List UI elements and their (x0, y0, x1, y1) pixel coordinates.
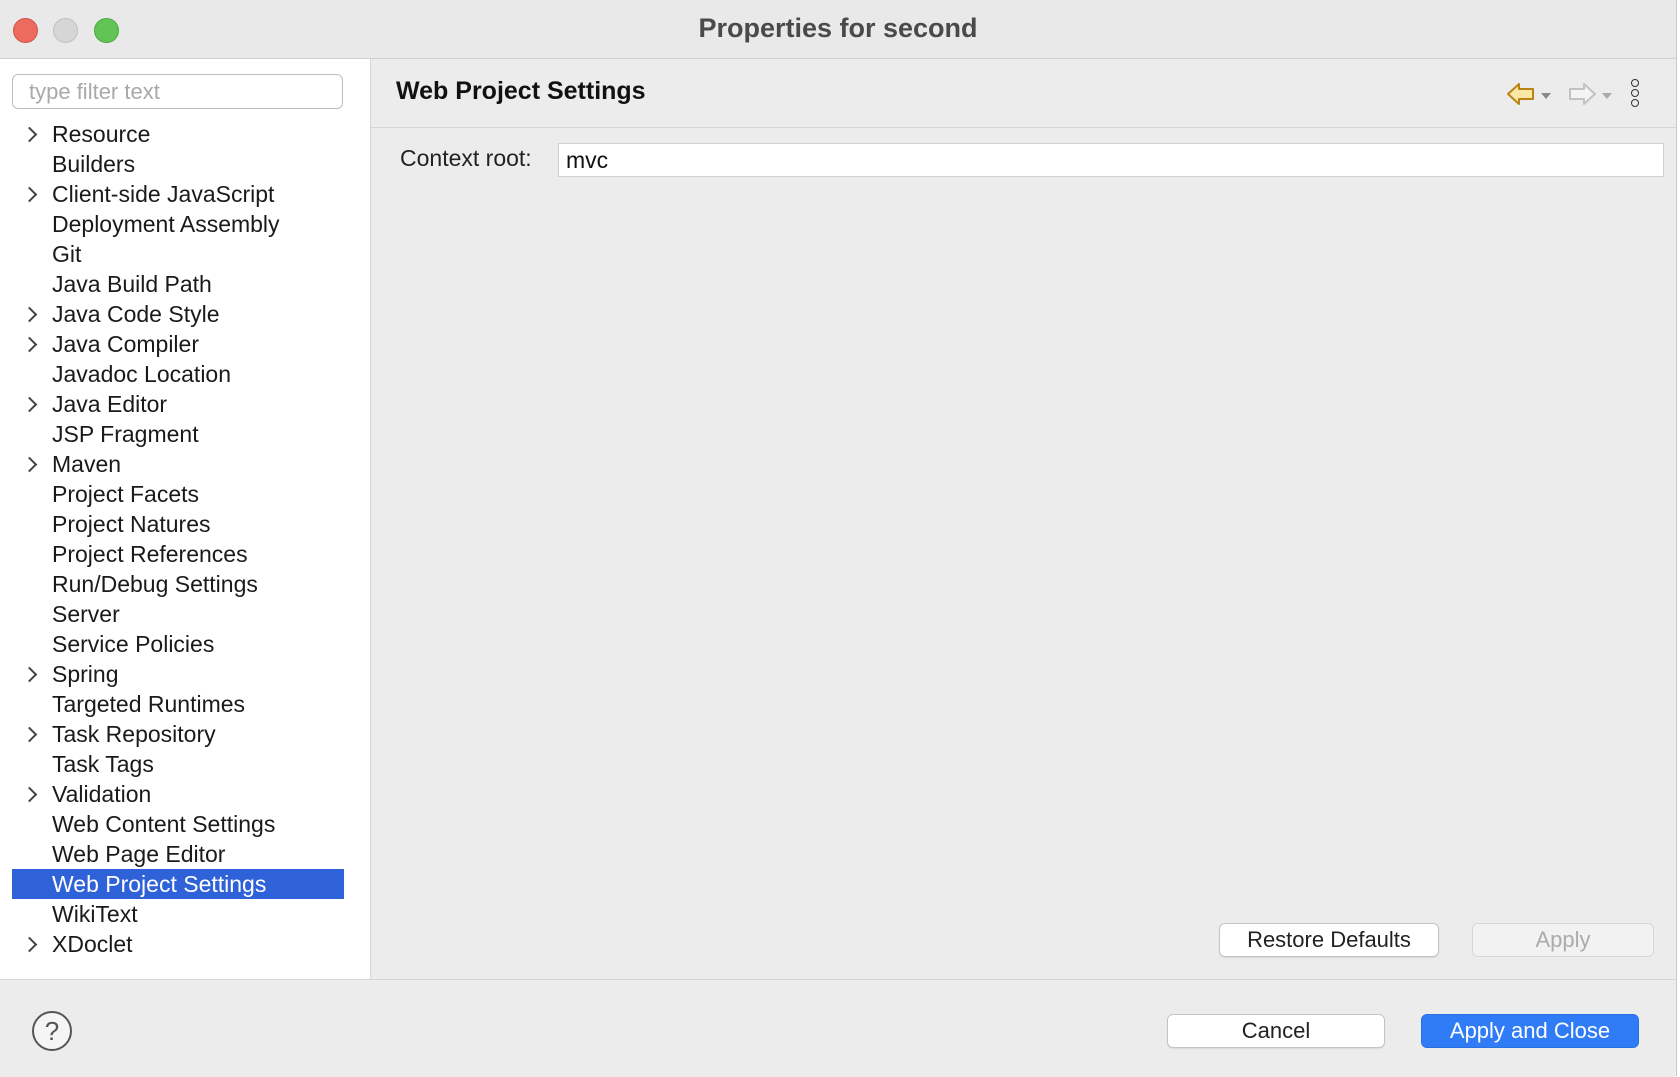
chevron-right-icon[interactable] (21, 456, 38, 473)
sidebar-item-service-policies[interactable]: Service Policies (12, 629, 344, 659)
sidebar-item-label: Task Repository (52, 721, 216, 747)
sidebar-item-java-code-style[interactable]: Java Code Style (12, 299, 344, 329)
sidebar-item-xdoclet[interactable]: XDoclet (12, 929, 344, 959)
chevron-right-icon[interactable] (21, 396, 38, 413)
sidebar-item-label: Builders (52, 151, 136, 177)
sidebar-item-project-facets[interactable]: Project Facets (12, 479, 344, 509)
sidebar-item-project-references[interactable]: Project References (12, 539, 344, 569)
sidebar-item-label: Deployment Assembly (52, 211, 280, 237)
sidebar-item-label: Project References (52, 541, 248, 567)
forward-arrow-icon (1569, 83, 1596, 105)
sidebar-item-task-tags[interactable]: Task Tags (12, 749, 344, 779)
sidebar-item-label: Maven (52, 451, 122, 477)
sidebar-item-label: JSP Fragment (52, 421, 199, 447)
sidebar-item-spring[interactable]: Spring (12, 659, 344, 689)
back-button[interactable] (1506, 79, 1551, 109)
sidebar-item-project-natures[interactable]: Project Natures (12, 509, 344, 539)
forward-dropdown-icon[interactable] (1602, 93, 1612, 99)
sidebar-item-label: Java Code Style (52, 301, 220, 327)
filter-input[interactable] (12, 74, 343, 109)
sidebar-item-web-project-settings[interactable]: Web Project Settings (12, 869, 344, 899)
sidebar-item-label: Run/Debug Settings (52, 571, 258, 597)
sidebar-item-label: Java Build Path (52, 271, 212, 297)
sidebar-item-label: Java Editor (52, 391, 168, 417)
sidebar-item-label: Web Content Settings (52, 811, 276, 837)
cancel-button[interactable]: Cancel (1167, 1014, 1385, 1048)
help-icon[interactable]: ? (32, 1011, 72, 1051)
sidebar-item-builders[interactable]: Builders (12, 149, 344, 179)
sidebar-item-web-content-settings[interactable]: Web Content Settings (12, 809, 344, 839)
context-root-label: Context root: (400, 145, 532, 171)
forward-button[interactable] (1567, 79, 1612, 109)
sidebar-item-task-repository[interactable]: Task Repository (12, 719, 344, 749)
sidebar-item-label: XDoclet (52, 931, 133, 957)
chevron-right-icon[interactable] (21, 126, 38, 143)
sidebar-item-label: Web Project Settings (52, 871, 267, 897)
dialog-footer: ? Cancel Apply and Close (0, 979, 1676, 1077)
sidebar-item-label: Task Tags (52, 751, 154, 777)
chevron-right-icon[interactable] (21, 186, 38, 203)
sidebar-item-targeted-runtimes[interactable]: Targeted Runtimes (12, 689, 344, 719)
sidebar-item-label: Project Natures (52, 511, 211, 537)
sidebar-item-resource[interactable]: Resource (12, 119, 344, 149)
sidebar-item-maven[interactable]: Maven (12, 449, 344, 479)
apply-button[interactable]: Apply (1472, 923, 1654, 957)
more-vertical-icon[interactable] (1631, 79, 1641, 111)
context-root-input[interactable] (558, 143, 1664, 177)
sidebar-item-label: Git (52, 241, 82, 267)
sidebar-item-wikitext[interactable]: WikiText (12, 899, 344, 929)
apply-and-close-button[interactable]: Apply and Close (1421, 1014, 1639, 1048)
sidebar-item-label: Spring (52, 661, 119, 687)
chevron-right-icon[interactable] (21, 786, 38, 803)
window-title: Properties for second (698, 13, 978, 43)
page-header: Web Project Settings (371, 59, 1676, 128)
chevron-right-icon[interactable] (21, 936, 38, 953)
sidebar-item-jsp-fragment[interactable]: JSP Fragment (12, 419, 344, 449)
main-panel: Web Project Settings Context root: Resto… (371, 59, 1676, 979)
page-title: Web Project Settings (396, 77, 646, 105)
sidebar-item-java-editor[interactable]: Java Editor (12, 389, 344, 419)
sidebar-item-label: Web Page Editor (52, 841, 226, 867)
properties-dialog: Properties for second Resource Builders Cl… (0, 0, 1677, 1077)
sidebar-item-label: Targeted Runtimes (52, 691, 246, 717)
sidebar-item-label: Service Policies (52, 631, 215, 657)
sidebar-item-javadoc-location[interactable]: Javadoc Location (12, 359, 344, 389)
title-bar: Properties for second (0, 0, 1676, 59)
sidebar-item-git[interactable]: Git (12, 239, 344, 269)
sidebar-item-label: Validation (52, 781, 152, 807)
sidebar-item-label: Client-side JavaScript (52, 181, 275, 207)
sidebar-item-label: WikiText (52, 901, 138, 927)
sidebar-item-java-build-path[interactable]: Java Build Path (12, 269, 344, 299)
chevron-right-icon[interactable] (21, 666, 38, 683)
sidebar-item-label: Java Compiler (52, 331, 199, 357)
chevron-right-icon[interactable] (21, 336, 38, 353)
sidebar-item-web-page-editor[interactable]: Web Page Editor (12, 839, 344, 869)
sidebar-item-validation[interactable]: Validation (12, 779, 344, 809)
sidebar-item-label: Project Facets (52, 481, 199, 507)
sidebar-item-deployment-assembly[interactable]: Deployment Assembly (12, 209, 344, 239)
property-page-tree: Resource Builders Client-side JavaScript De… (12, 119, 344, 959)
back-arrow-icon (1507, 83, 1534, 105)
sidebar-item-client-side-javascript[interactable]: Client-side JavaScript (12, 179, 344, 209)
sidebar-item-label: Resource (52, 121, 151, 147)
chevron-right-icon[interactable] (21, 306, 38, 323)
sidebar-item-server[interactable]: Server (12, 599, 344, 629)
sidebar-item-java-compiler[interactable]: Java Compiler (12, 329, 344, 359)
back-dropdown-icon[interactable] (1541, 93, 1551, 99)
sidebar-item-label: Javadoc Location (52, 361, 232, 387)
restore-defaults-button[interactable]: Restore Defaults (1219, 923, 1439, 957)
sidebar-item-run-debug-settings[interactable]: Run/Debug Settings (12, 569, 344, 599)
properties-sidebar: Resource Builders Client-side JavaScript De… (0, 59, 371, 979)
chevron-right-icon[interactable] (21, 726, 38, 743)
sidebar-item-label: Server (52, 601, 120, 627)
